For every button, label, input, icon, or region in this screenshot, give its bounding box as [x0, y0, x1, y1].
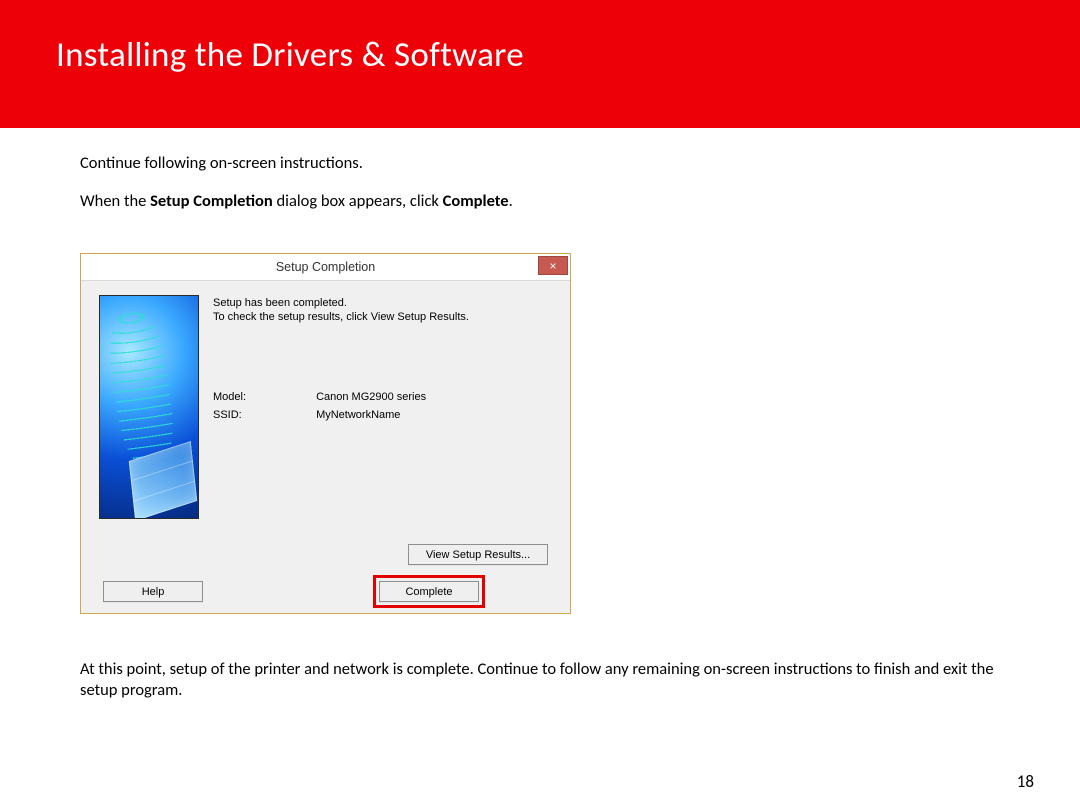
close-icon: × [549, 260, 556, 272]
msg-line-2: To check the setup results, click View S… [213, 311, 469, 325]
t2c: dialog box appears, click [273, 191, 443, 211]
t2d: Complete [443, 191, 509, 211]
instruction-line-2: When the Setup Completion dialog box app… [80, 191, 513, 211]
dialog-body: Setup has been completed. To check the s… [81, 281, 570, 613]
view-setup-results-button[interactable]: View Setup Results... [408, 544, 548, 565]
ssid-value: MyNetworkName [316, 409, 400, 421]
msg-line-1: Setup has been completed. [213, 297, 469, 311]
page-number: 18 [1017, 771, 1034, 792]
page-title: Installing the Drivers & Software [56, 34, 524, 76]
dialog-titlebar: Setup Completion × [81, 254, 570, 281]
dialog-graphic [99, 295, 199, 519]
header-band: Installing the Drivers & Software [0, 0, 1080, 128]
t2b: Setup Completion [150, 191, 273, 211]
model-value: Canon MG2900 series [316, 391, 426, 403]
instruction-line-3: At this point, setup of the printer and … [80, 659, 1000, 700]
dialog-title: Setup Completion [276, 260, 375, 274]
model-label: Model: [213, 391, 313, 403]
model-row: Model: Canon MG2900 series [213, 391, 426, 403]
ssid-label: SSID: [213, 409, 313, 421]
ssid-row: SSID: MyNetworkName [213, 409, 400, 421]
instruction-line-1: Continue following on-screen instruction… [80, 153, 363, 173]
setup-completion-dialog: Setup Completion × Setup has been comple… [80, 253, 571, 614]
t2a: When the [80, 191, 150, 211]
dialog-message: Setup has been completed. To check the s… [213, 297, 469, 325]
close-button[interactable]: × [538, 256, 568, 275]
t2e: . [509, 191, 513, 211]
help-button[interactable]: Help [103, 581, 203, 602]
complete-button[interactable]: Complete [379, 581, 479, 602]
